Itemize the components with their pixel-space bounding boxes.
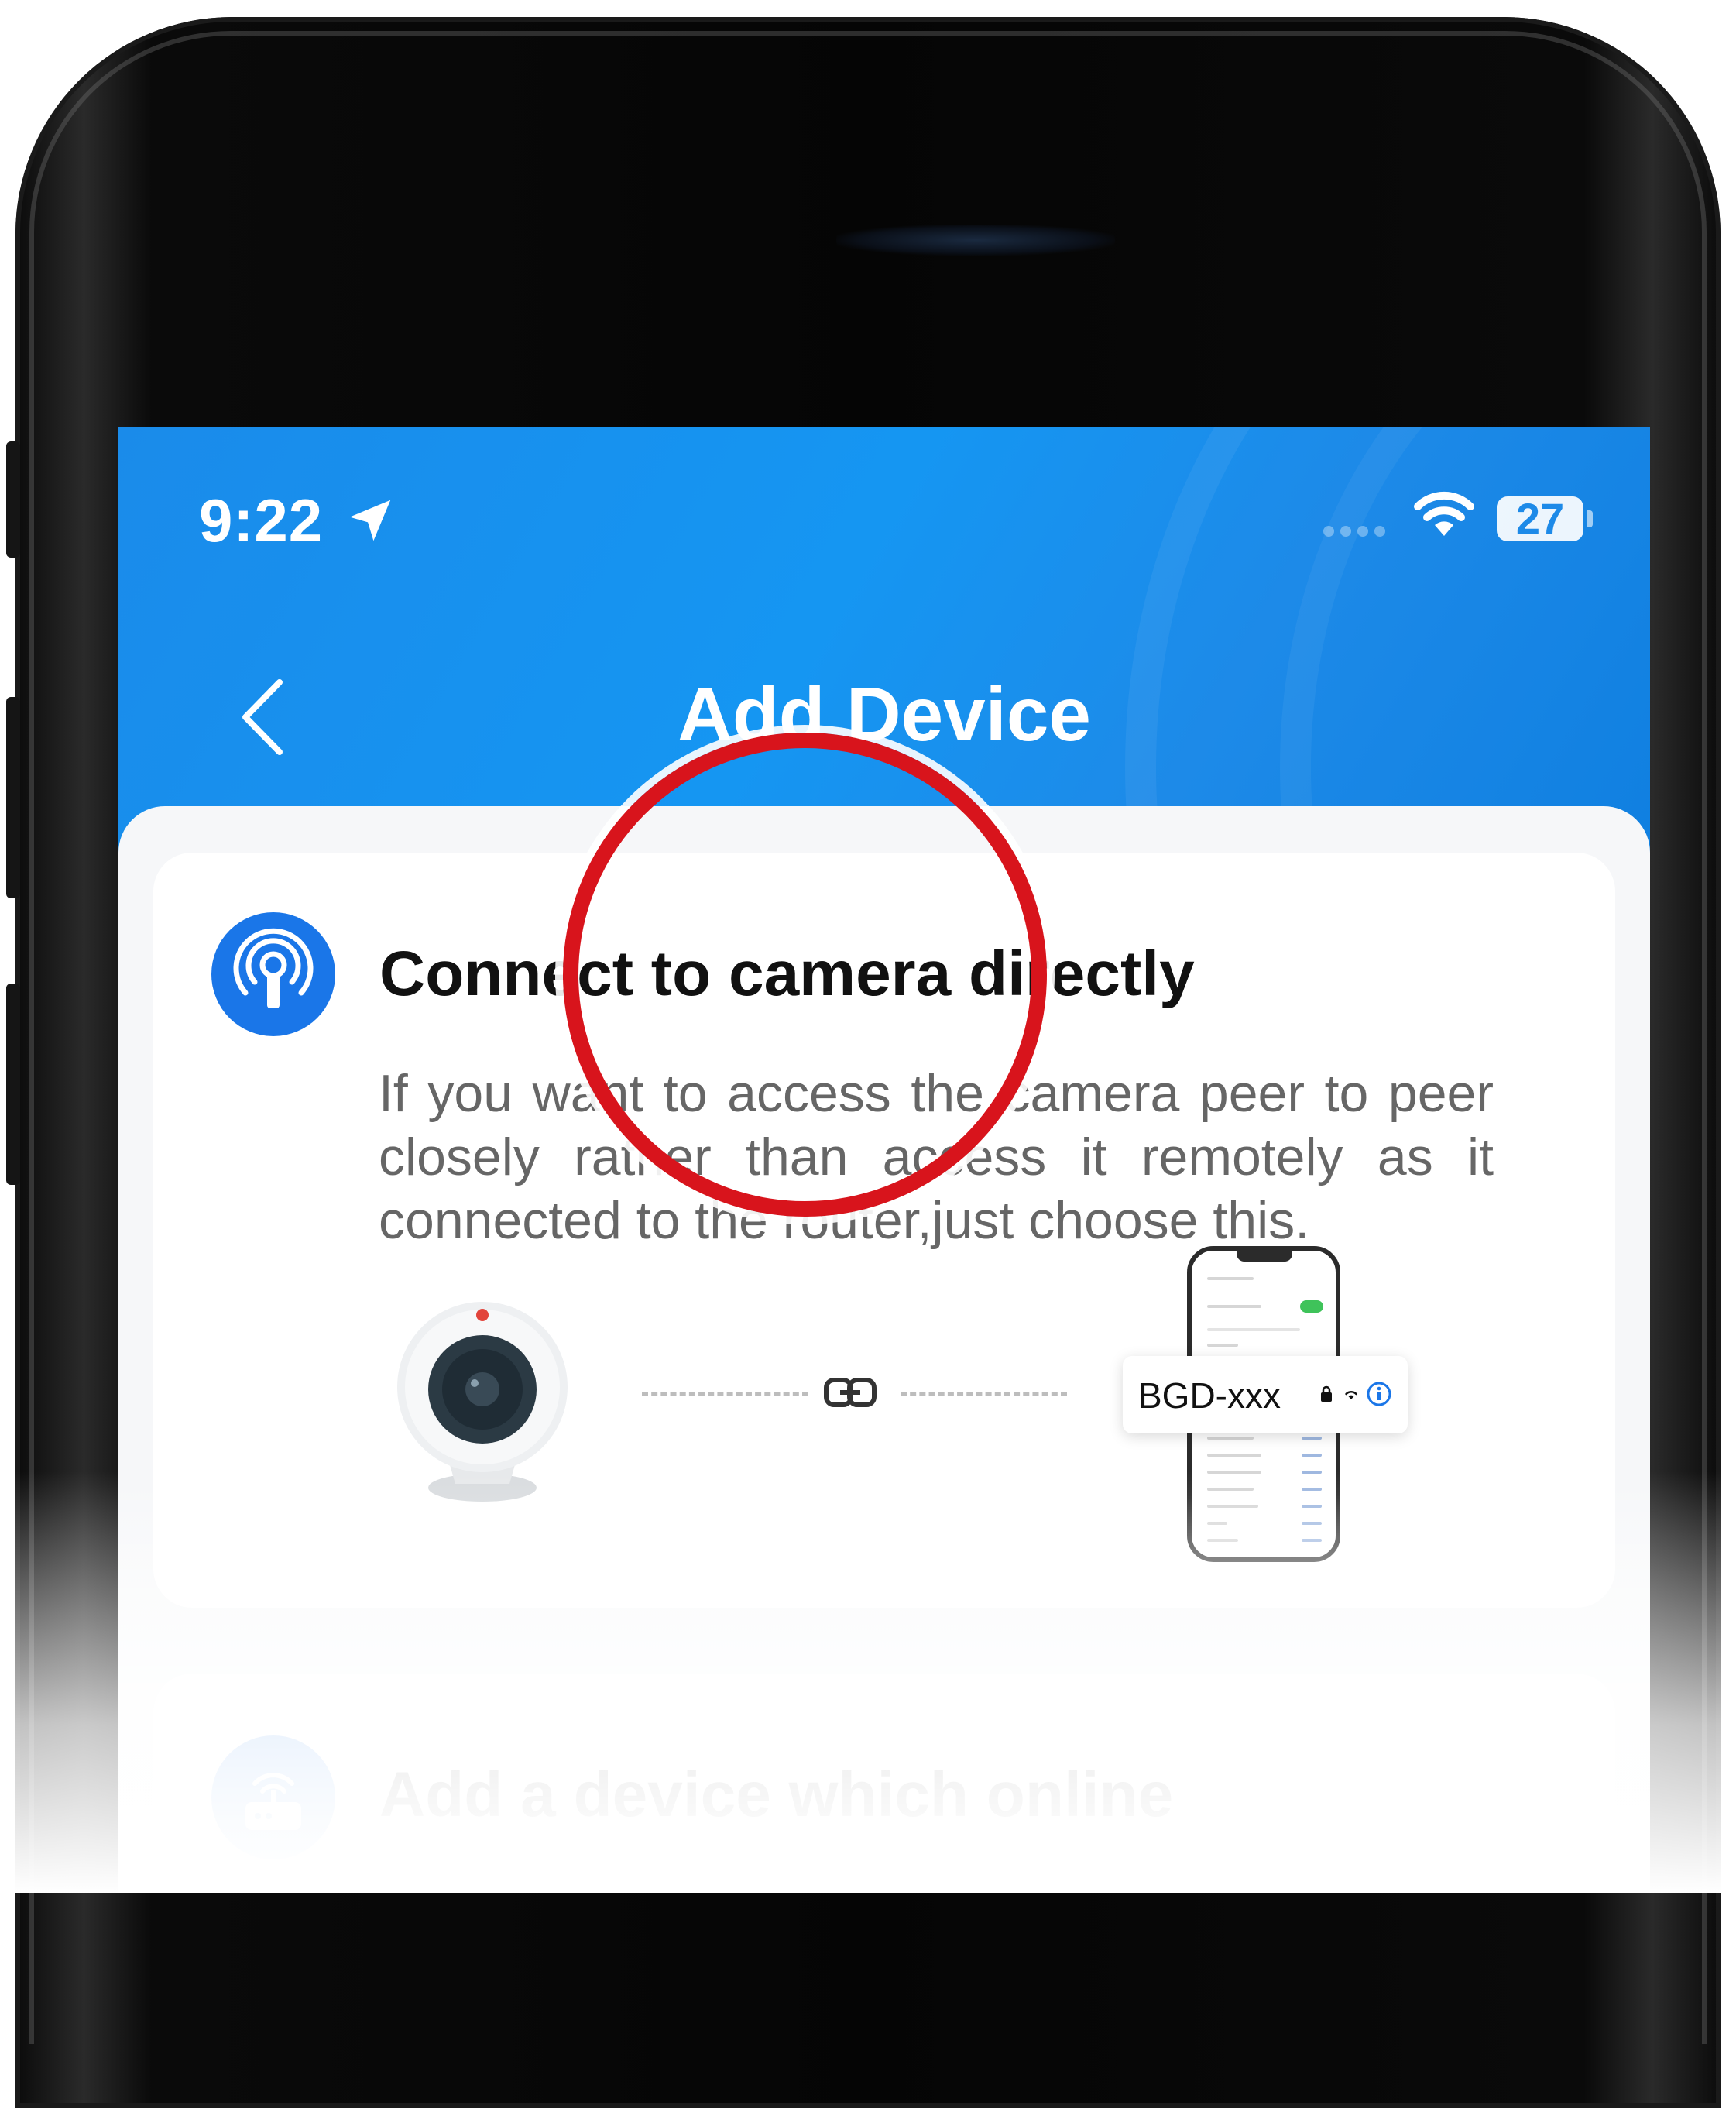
list-line-status bbox=[1302, 1522, 1322, 1525]
option-icon-bg bbox=[211, 1735, 335, 1859]
list-line bbox=[1207, 1344, 1238, 1347]
connection-line-right bbox=[901, 1392, 1067, 1396]
list-line-status bbox=[1302, 1505, 1322, 1508]
wifi-icon bbox=[1414, 491, 1474, 536]
list-line bbox=[1207, 1328, 1300, 1331]
wifi-icon bbox=[1345, 1390, 1357, 1399]
phone-notch bbox=[1237, 1251, 1292, 1262]
list-line bbox=[1207, 1505, 1258, 1508]
list-line bbox=[1207, 1454, 1261, 1457]
wifi-network-popup: BGD-xxx bbox=[1123, 1356, 1408, 1433]
option-title: Add a device which online bbox=[379, 1760, 1174, 1830]
list-line-status bbox=[1302, 1488, 1322, 1491]
list-line-status bbox=[1302, 1437, 1322, 1440]
list-line bbox=[1207, 1522, 1227, 1525]
phone-volume-up-button bbox=[6, 697, 20, 898]
phone-mute-switch bbox=[6, 441, 20, 558]
list-line bbox=[1207, 1539, 1238, 1542]
battery-indicator: 27 bbox=[1497, 496, 1583, 541]
battery-tip bbox=[1587, 510, 1593, 527]
page-title: Add Device bbox=[678, 671, 1091, 757]
lock-icon bbox=[1321, 1385, 1332, 1402]
toggle-switch bbox=[1300, 1300, 1323, 1313]
list-line bbox=[1207, 1488, 1254, 1491]
camera-illustration bbox=[397, 1302, 568, 1502]
hotspot-icon bbox=[233, 928, 314, 1008]
list-line-status bbox=[1302, 1539, 1322, 1542]
wifi-network-name: BGD-xxx bbox=[1138, 1375, 1281, 1416]
list-line bbox=[1207, 1471, 1261, 1474]
list-line bbox=[1207, 1277, 1254, 1280]
list-line-status bbox=[1302, 1471, 1322, 1474]
highlight-circle-annotation bbox=[563, 733, 1047, 1217]
signal-dots-icon bbox=[1323, 526, 1385, 537]
phone-volume-down-button bbox=[6, 984, 20, 1185]
status-time: 9:22 bbox=[199, 486, 324, 554]
list-line bbox=[1207, 1437, 1254, 1440]
location-arrow-icon bbox=[349, 500, 391, 541]
link-icon bbox=[824, 1378, 877, 1407]
option-icon-bg bbox=[211, 912, 335, 1036]
router-icon bbox=[245, 1773, 301, 1830]
info-icon bbox=[1367, 1382, 1391, 1406]
list-line-status bbox=[1302, 1454, 1322, 1457]
phone-earpiece bbox=[836, 225, 1115, 256]
list-line bbox=[1207, 1305, 1261, 1308]
connection-line-left bbox=[642, 1392, 808, 1396]
